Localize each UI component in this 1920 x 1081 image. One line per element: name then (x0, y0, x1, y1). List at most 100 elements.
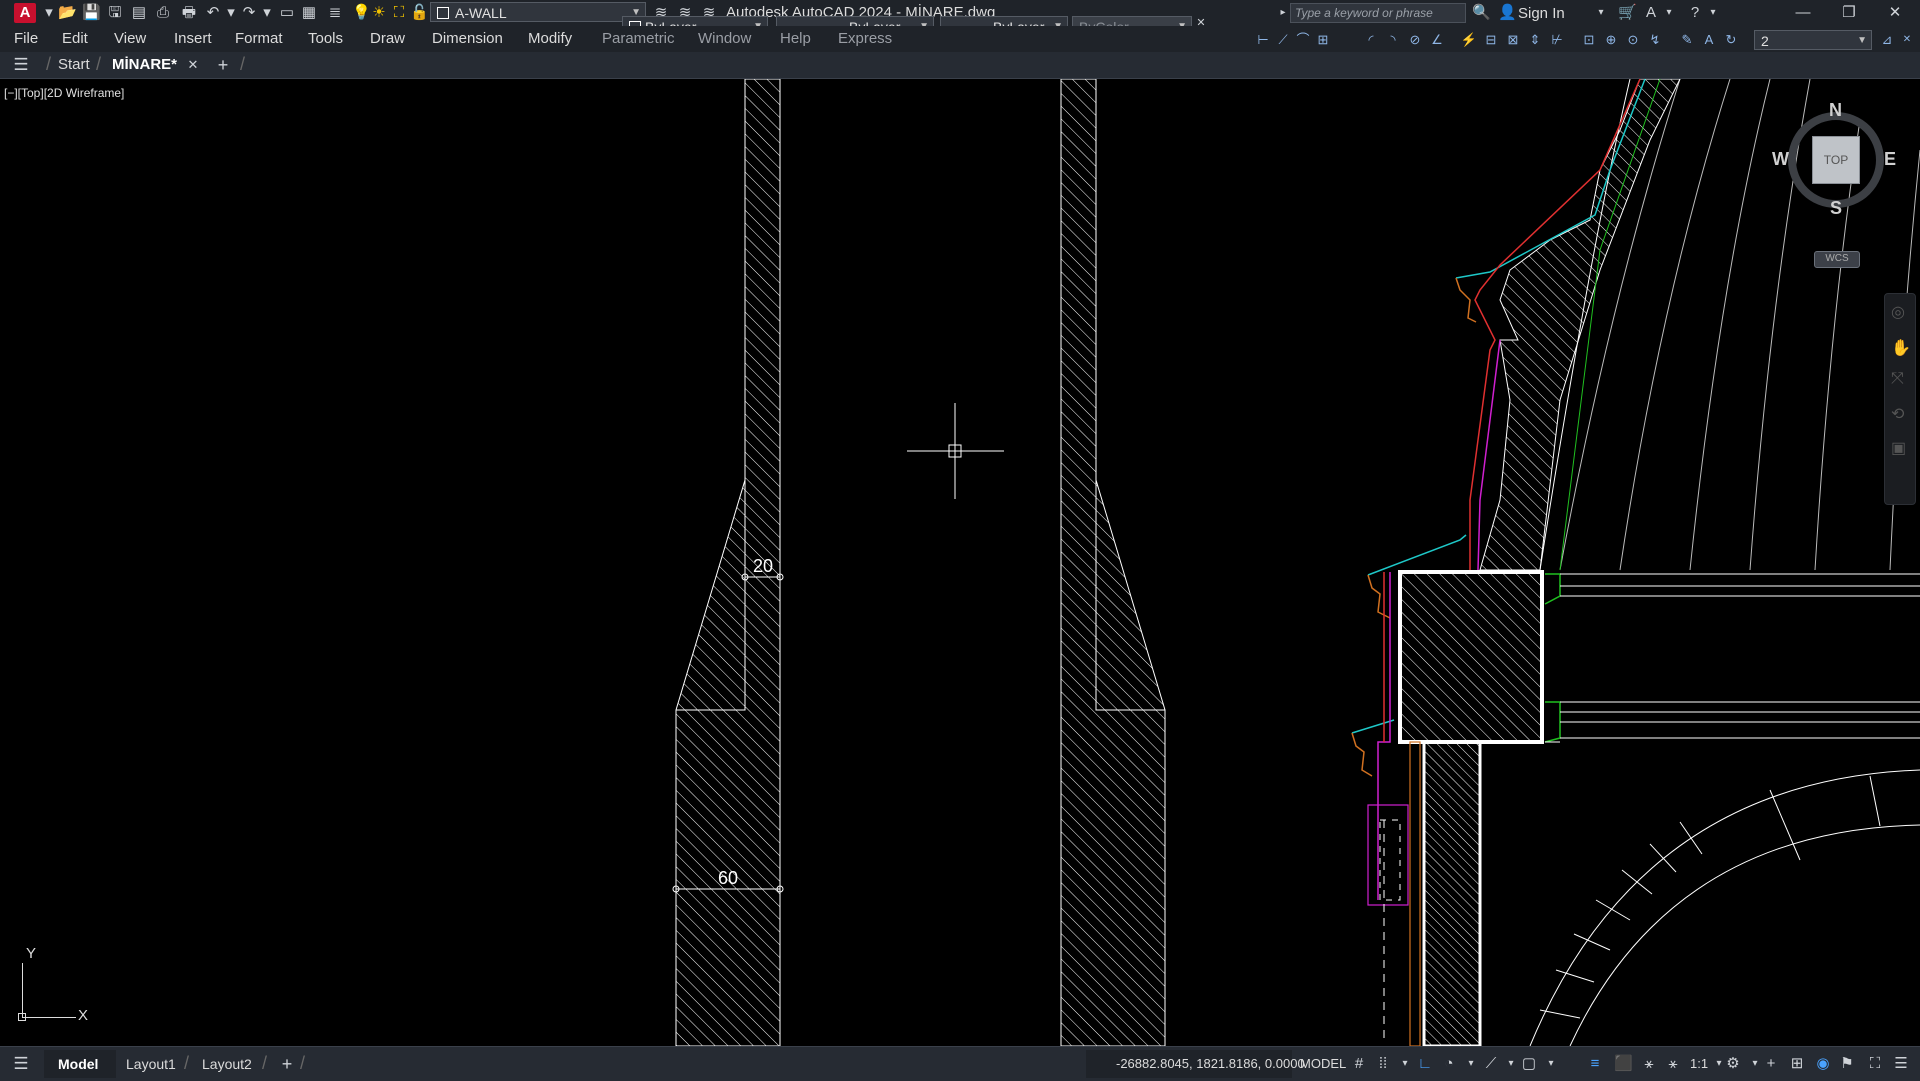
print-icon[interactable]: 🖶 (180, 4, 198, 22)
menu-draw[interactable]: Draw (370, 30, 405, 47)
viewcube[interactable]: TOP N S E W (1772, 100, 1896, 220)
steering-wheel-icon[interactable]: ◎ (1891, 302, 1905, 322)
save-as-icon[interactable]: 🖫 (106, 4, 124, 22)
dim-baseline-icon[interactable]: ⊟ (1482, 31, 1500, 49)
dim-continue-icon[interactable]: ⊠ (1504, 31, 1522, 49)
restore-icon[interactable]: ❐ (1840, 4, 1858, 22)
right-minaret-wall[interactable] (1060, 79, 1166, 1046)
new-layout-icon[interactable]: + (278, 1055, 296, 1073)
dim-diameter-icon[interactable]: ⊘ (1406, 31, 1424, 49)
snap-icon[interactable]: ⁞⁞ (1374, 1055, 1392, 1073)
dim-style-manager-icon[interactable]: ⊿ (1878, 31, 1896, 49)
snap-dropdown-icon[interactable]: ▾ (1396, 1055, 1414, 1073)
layer-dropdown[interactable]: A-WALL ▼ (430, 2, 646, 22)
layer-viewport-icon[interactable]: ⛶ (390, 4, 408, 22)
compass-west[interactable]: W (1772, 149, 1789, 170)
grid-icon[interactable]: # (1350, 1055, 1368, 1073)
units-icon[interactable]: ⊞ (1788, 1055, 1806, 1073)
close-icon[interactable]: ✕ (1886, 4, 1904, 22)
wcs-menu[interactable]: WCS (1814, 251, 1860, 268)
dim-angular-icon[interactable]: ∠ (1428, 31, 1446, 49)
annotation-monitor-icon[interactable]: + (1762, 1055, 1780, 1073)
app-menu-arrow-icon[interactable]: ▾ (40, 4, 58, 22)
sign-in-button[interactable]: Sign In (1518, 5, 1565, 22)
dim-ordinate-icon[interactable]: ⊞ (1314, 31, 1332, 49)
clean-screen-icon[interactable]: ⛶ (1866, 1055, 1884, 1073)
dim-linear-icon[interactable]: ⊢ (1254, 31, 1272, 49)
menu-edit[interactable]: Edit (62, 30, 88, 47)
menu-file[interactable]: File (14, 30, 38, 47)
cart-icon[interactable]: 🛒 (1618, 4, 1637, 22)
object-snap-dropdown-icon[interactable]: ▾ (1542, 1055, 1560, 1073)
compass-east[interactable]: E (1884, 149, 1896, 170)
new-tab-icon[interactable]: + (214, 56, 232, 74)
publish-icon[interactable]: ▤ (130, 4, 148, 22)
lineweight-icon[interactable]: ≡ (1586, 1055, 1604, 1073)
layer-on-bulb-icon[interactable]: 💡 (352, 4, 371, 22)
showmotion-icon[interactable]: ▣ (1891, 438, 1906, 458)
menu-window[interactable]: Window (698, 30, 751, 47)
dim-arc-icon[interactable]: ⌒ (1294, 31, 1312, 49)
polar-tracking-icon[interactable]: ◔ (1440, 1055, 1458, 1073)
hamburger-menu-icon[interactable]: ☰ (12, 56, 30, 74)
layer-thaw-sun-icon[interactable]: ☀ (370, 4, 388, 22)
autocad-logo-icon[interactable]: A (14, 3, 36, 23)
autodesk-a360-icon[interactable]: A (1642, 4, 1660, 22)
plot-icon[interactable]: ⎙ (154, 4, 172, 22)
quick-dim-icon[interactable]: ⚡ (1460, 31, 1478, 49)
layout-tab-layout1[interactable]: Layout1 (126, 1056, 176, 1072)
layer-properties-icon[interactable]: ≣ (326, 4, 344, 22)
dim-radius-icon[interactable]: ◜ (1362, 31, 1380, 49)
workspace-gear-icon[interactable]: ⚙ (1724, 1055, 1742, 1073)
close-toolbar-icon[interactable]: ✕ (1898, 31, 1916, 49)
undo-dropdown-icon[interactable]: ▾ (222, 4, 240, 22)
help-icon[interactable]: ? (1686, 4, 1704, 22)
folder-icon[interactable]: ▭ (278, 4, 296, 22)
annotation-visibility-icon[interactable]: ⚹ (1640, 1055, 1658, 1073)
dim-text-edit-icon[interactable]: A (1700, 31, 1718, 49)
dim-update-icon[interactable]: ↻ (1722, 31, 1740, 49)
quick-properties-icon[interactable]: ◉ (1814, 1055, 1832, 1073)
redo-icon[interactable]: ↷ (240, 4, 258, 22)
a360-dropdown-icon[interactable]: ▾ (1660, 4, 1678, 22)
orbit-icon[interactable]: ⟲ (1891, 404, 1904, 424)
arch-detail[interactable] (1529, 769, 1920, 1046)
inspect-icon[interactable]: ⊙ (1624, 31, 1642, 49)
viewport-controls-label[interactable]: [−][Top][2D Wireframe] (4, 86, 124, 100)
layer-lock-icon[interactable]: 🔓 (410, 4, 429, 22)
transparency-icon[interactable]: ⬛ (1614, 1055, 1633, 1073)
isometric-dropdown-icon[interactable]: ▾ (1502, 1055, 1520, 1073)
undo-icon[interactable]: ↶ (204, 4, 222, 22)
menu-parametric[interactable]: Parametric (602, 30, 675, 47)
menu-modify[interactable]: Modify (528, 30, 572, 47)
menu-dimension[interactable]: Dimension (432, 30, 503, 47)
viewcube-top-face[interactable]: TOP (1812, 136, 1860, 184)
hamburger-menu-icon[interactable]: ☰ (12, 1055, 30, 1073)
save-icon[interactable]: 💾 (82, 4, 101, 22)
menu-format[interactable]: Format (235, 30, 283, 47)
isolate-objects-icon[interactable]: ⚑ (1838, 1055, 1856, 1073)
coordinates-readout[interactable]: -26882.8045, 1821.8186, 0.0000 (1116, 1056, 1305, 1071)
menu-help[interactable]: Help (780, 30, 811, 47)
tab-start[interactable]: Start (58, 56, 90, 73)
search-input[interactable]: Type a keyword or phrase (1290, 3, 1466, 23)
menu-tools[interactable]: Tools (308, 30, 343, 47)
ortho-icon[interactable]: ∟ (1416, 1055, 1434, 1073)
polar-dropdown-icon[interactable]: ▾ (1462, 1055, 1480, 1073)
compass-north[interactable]: N (1829, 100, 1842, 121)
annotation-scale[interactable]: 1:1 (1690, 1056, 1708, 1071)
model-space-toggle[interactable]: MODEL (1300, 1056, 1346, 1071)
redo-dropdown-icon[interactable]: ▾ (258, 4, 276, 22)
layout-tab-model[interactable]: Model (58, 1056, 98, 1072)
properties-icon[interactable]: ▦ (300, 4, 318, 22)
minimize-icon[interactable]: — (1794, 4, 1812, 22)
open-icon[interactable]: 📂 (58, 4, 77, 22)
tab-drawing-minare[interactable]: MİNARE* (112, 56, 177, 73)
dim-edit-icon[interactable]: ✎ (1678, 31, 1696, 49)
layout-tab-layout2[interactable]: Layout2 (202, 1056, 252, 1072)
user-icon[interactable]: 👤 (1498, 4, 1517, 22)
dim-break-icon[interactable]: ⊬ (1548, 31, 1566, 49)
dim-aligned-icon[interactable]: ⟋ (1274, 31, 1292, 49)
annotation-autoscale-icon[interactable]: ⚹ (1664, 1055, 1682, 1073)
jogged-linear-icon[interactable]: ↯ (1646, 31, 1664, 49)
